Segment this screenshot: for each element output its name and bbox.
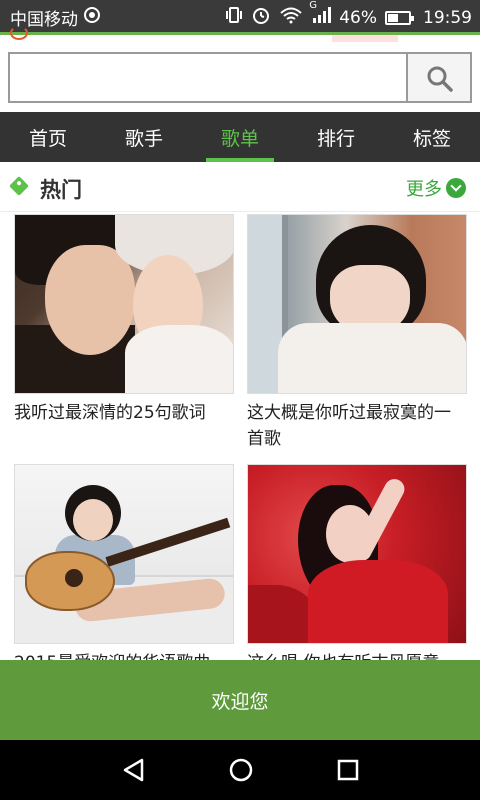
network-type-label: G [309, 0, 317, 11]
home-button[interactable] [227, 756, 255, 784]
chevron-down-icon [446, 178, 466, 198]
welcome-banner[interactable]: 欢迎您 [0, 660, 480, 740]
recents-square-icon [337, 759, 359, 781]
tab-singers[interactable]: 歌手 [96, 112, 192, 162]
playlist-card[interactable]: 2015最受欢迎的华语歌曲Top5 [14, 464, 234, 660]
search-bar [0, 42, 480, 112]
back-button[interactable] [120, 756, 148, 784]
playlist-card[interactable]: 这大概是你听过最寂寞的一首歌 [247, 214, 467, 452]
home-circle-icon [229, 758, 253, 782]
section-header: 热门 更多 [0, 162, 480, 212]
playlist-card[interactable]: 我听过最深情的25句歌词 [14, 214, 234, 426]
signal-icon: G [309, 0, 332, 29]
logo-icon [10, 26, 28, 40]
more-label: 更多 [406, 179, 442, 200]
clock-time: 19:59 [423, 7, 472, 28]
eye-comfort-icon [84, 7, 100, 23]
header-strip [0, 26, 480, 44]
back-triangle-icon [123, 758, 144, 782]
status-bar: 中国移动 G 46% 19:59 [0, 0, 480, 32]
tab-charts[interactable]: 排行 [288, 112, 384, 162]
wifi-icon [279, 6, 303, 29]
system-nav-bar [0, 740, 480, 800]
vibrate-icon [225, 6, 243, 29]
search-input[interactable] [8, 52, 408, 103]
playlist-grid: 我听过最深情的25句歌词 这大概是你听过最寂寞的一首歌 2015最受欢迎的华语歌… [0, 212, 480, 660]
alarm-icon [251, 5, 271, 30]
playlist-cover-image [247, 464, 467, 644]
tab-playlists[interactable]: 歌单 [192, 112, 288, 162]
recents-button[interactable] [334, 756, 362, 784]
tab-tags[interactable]: 标签 [384, 112, 480, 162]
playlist-title: 2015最受欢迎的华语歌曲Top5 [14, 650, 234, 660]
playlist-title: 这大概是你听过最寂寞的一首歌 [247, 403, 451, 449]
tag-icon [9, 176, 29, 196]
playlist-card[interactable]: 这么唱 你也有听古风愿意 [247, 464, 467, 660]
section-title: 热门 [40, 178, 82, 202]
welcome-label: 欢迎您 [211, 690, 269, 713]
battery-percent: 46% [339, 7, 377, 28]
playlist-title: 这么唱 你也有听古风愿意 [247, 650, 467, 660]
header-divider [0, 32, 480, 35]
search-button[interactable] [406, 52, 472, 103]
tab-home[interactable]: 首页 [0, 112, 96, 162]
playlist-cover-image [247, 214, 467, 394]
playlist-title: 我听过最深情的25句歌词 [14, 403, 206, 423]
playlist-cover-image [14, 464, 234, 644]
search-icon [427, 66, 453, 92]
more-button[interactable]: 更多 [406, 175, 466, 201]
status-bar-right: G 46% 19:59 [217, 0, 472, 30]
battery-icon [385, 10, 414, 25]
playlist-cover-image [14, 214, 234, 394]
category-tabs: 首页 歌手 歌单 排行 标签 [0, 112, 480, 162]
